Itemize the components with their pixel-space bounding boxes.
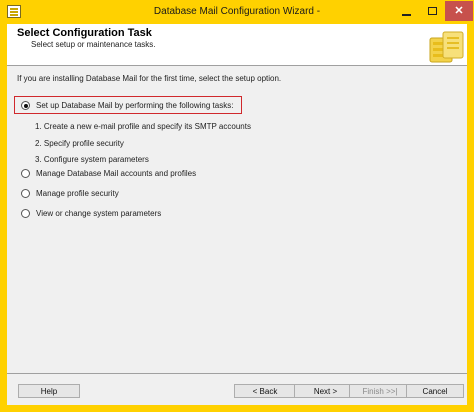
maximize-button[interactable] bbox=[419, 1, 445, 21]
option-profile-security[interactable]: Manage profile security bbox=[21, 189, 119, 198]
page-subtitle: Select setup or maintenance tasks. bbox=[31, 40, 156, 49]
maximize-icon bbox=[427, 7, 437, 15]
option-system-parameters[interactable]: View or change system parameters bbox=[21, 209, 161, 218]
wizard-window: Database Mail Configuration Wizard - ✕ S… bbox=[0, 0, 474, 412]
radio-manage-accounts[interactable] bbox=[21, 169, 30, 178]
option-system-parameters-label[interactable]: View or change system parameters bbox=[36, 209, 161, 218]
help-button[interactable]: Help bbox=[18, 384, 80, 398]
task-item: 2. Specify profile security bbox=[35, 139, 124, 148]
radio-system-parameters[interactable] bbox=[21, 209, 30, 218]
task-item: 3. Configure system parameters bbox=[35, 155, 149, 164]
option-setup[interactable]: Set up Database Mail by performing the f… bbox=[21, 101, 233, 110]
close-icon: ✕ bbox=[454, 4, 464, 17]
title-bar[interactable]: Database Mail Configuration Wizard - ✕ bbox=[0, 0, 474, 24]
database-mail-icon bbox=[429, 31, 464, 63]
radio-profile-security[interactable] bbox=[21, 189, 30, 198]
page-title: Select Configuration Task bbox=[17, 27, 152, 39]
close-button[interactable]: ✕ bbox=[445, 1, 473, 21]
next-button[interactable]: Next > bbox=[294, 384, 357, 398]
minimize-icon bbox=[401, 14, 411, 16]
wizard-client-area: Select Configuration Task Select setup o… bbox=[7, 24, 467, 405]
option-profile-security-label[interactable]: Manage profile security bbox=[36, 189, 119, 198]
option-manage-accounts[interactable]: Manage Database Mail accounts and profil… bbox=[21, 169, 196, 178]
option-setup-label[interactable]: Set up Database Mail by performing the f… bbox=[36, 101, 233, 110]
minimize-button[interactable] bbox=[393, 1, 419, 21]
footer-divider bbox=[7, 373, 467, 374]
task-item: 1. Create a new e-mail profile and speci… bbox=[35, 122, 251, 131]
finish-button[interactable]: Finish >>| bbox=[349, 384, 411, 398]
wizard-header: Select Configuration Task Select setup o… bbox=[7, 24, 467, 66]
cancel-button[interactable]: Cancel bbox=[406, 384, 464, 398]
option-manage-accounts-label[interactable]: Manage Database Mail accounts and profil… bbox=[36, 169, 196, 178]
radio-setup[interactable] bbox=[21, 101, 30, 110]
back-button[interactable]: < Back bbox=[234, 384, 296, 398]
intro-text: If you are installing Database Mail for … bbox=[17, 74, 282, 83]
